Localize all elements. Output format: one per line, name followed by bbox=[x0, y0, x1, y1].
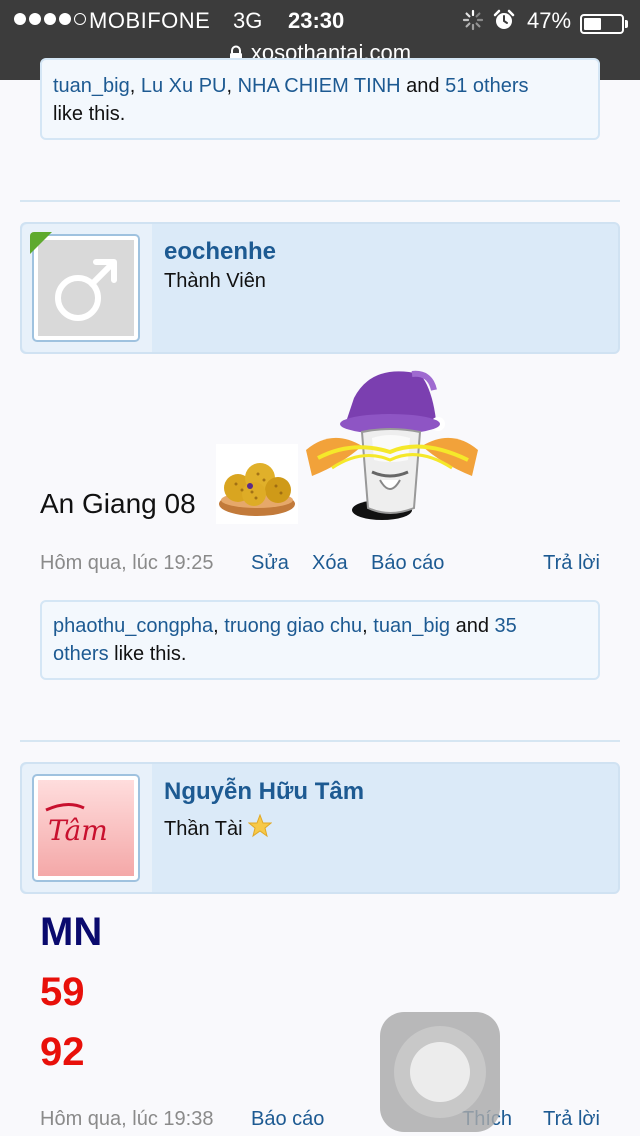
liker-link[interactable]: Lu Xu PU bbox=[141, 75, 227, 97]
post-timestamp: Hôm qua, lúc 19:38 bbox=[40, 1108, 214, 1130]
assistive-touch-button[interactable] bbox=[380, 1012, 500, 1132]
signal-strength-icon bbox=[14, 13, 86, 25]
user-title: Thành Viên bbox=[164, 270, 266, 292]
post-separator bbox=[20, 740, 620, 742]
username-link[interactable]: eochenhe bbox=[164, 238, 276, 266]
post-separator bbox=[20, 200, 620, 202]
post-line-mn: MN bbox=[40, 910, 103, 954]
clock: 23:30 bbox=[288, 8, 345, 33]
likes-and-text: and bbox=[455, 615, 489, 637]
user-title: Thần Tài bbox=[164, 813, 273, 841]
likes-summary: tuan_big, Lu Xu PU, NHA CHIEM TINH and 5… bbox=[40, 58, 600, 140]
user-title-text: Thần Tài bbox=[164, 818, 243, 840]
liker-link[interactable]: phaothu_congpha bbox=[53, 615, 213, 637]
username-link[interactable]: Nguyễn Hữu Tâm bbox=[164, 778, 364, 806]
reply-link[interactable]: Trả lời bbox=[543, 552, 600, 575]
battery-icon bbox=[580, 14, 624, 34]
likes-summary: phaothu_congpha, truong giao chu, tuan_b… bbox=[40, 600, 600, 680]
others-link[interactable]: 51 others bbox=[445, 75, 528, 97]
edit-link[interactable]: Sửa bbox=[251, 552, 289, 575]
report-link[interactable]: Báo cáo bbox=[371, 552, 444, 575]
post-user-info: eochenhe Thành Viên bbox=[20, 222, 620, 354]
activity-spinner-icon bbox=[462, 9, 484, 31]
likes-suffix: like this. bbox=[114, 643, 187, 665]
reply-link[interactable]: Trả lời bbox=[543, 1108, 600, 1131]
battery-percentage: 47% bbox=[527, 8, 572, 33]
star-icon bbox=[247, 813, 273, 838]
liker-link[interactable]: NHA CHIEM TINH bbox=[238, 75, 401, 97]
likes-suffix: like this. bbox=[53, 103, 126, 125]
alarm-clock-icon bbox=[493, 9, 515, 29]
post-message: An Giang 08 bbox=[40, 488, 196, 519]
post-line-number: 59 bbox=[40, 970, 85, 1014]
post-user-info: Tâm Nguyễn Hữu Tâm Thần Tài bbox=[20, 762, 620, 894]
report-link[interactable]: Báo cáo bbox=[251, 1108, 324, 1131]
post-timestamp: Hôm qua, lúc 19:25 bbox=[40, 552, 214, 574]
avatar-signature: Tâm bbox=[45, 803, 108, 847]
post-line-number: 92 bbox=[40, 1030, 85, 1074]
network-type: 3G bbox=[233, 8, 263, 33]
others-link[interactable]: 35 bbox=[495, 615, 517, 637]
post-meta: Hôm qua, lúc 19:38 Báo cáo Thích Trả lời bbox=[40, 1108, 600, 1136]
fruit-basket-emoticon bbox=[216, 444, 298, 524]
delete-link[interactable]: Xóa bbox=[312, 552, 348, 575]
likes-and-text: and bbox=[406, 75, 440, 97]
online-status-corner bbox=[30, 232, 52, 254]
wizard-emoticon bbox=[306, 370, 478, 520]
svg-text:Tâm: Tâm bbox=[48, 814, 108, 847]
carrier-name: MOBIFONE bbox=[89, 8, 211, 33]
others-link[interactable]: others bbox=[53, 643, 109, 665]
user-avatar[interactable]: Tâm bbox=[32, 774, 140, 882]
liker-link[interactable]: truong giao chu bbox=[224, 615, 362, 637]
post-meta: Hôm qua, lúc 19:25 Sửa Xóa Báo cáo Trả l… bbox=[40, 552, 600, 580]
liker-link[interactable]: tuan_big bbox=[373, 615, 450, 637]
liker-link[interactable]: tuan_big bbox=[53, 75, 130, 97]
battery-tip bbox=[625, 20, 628, 28]
